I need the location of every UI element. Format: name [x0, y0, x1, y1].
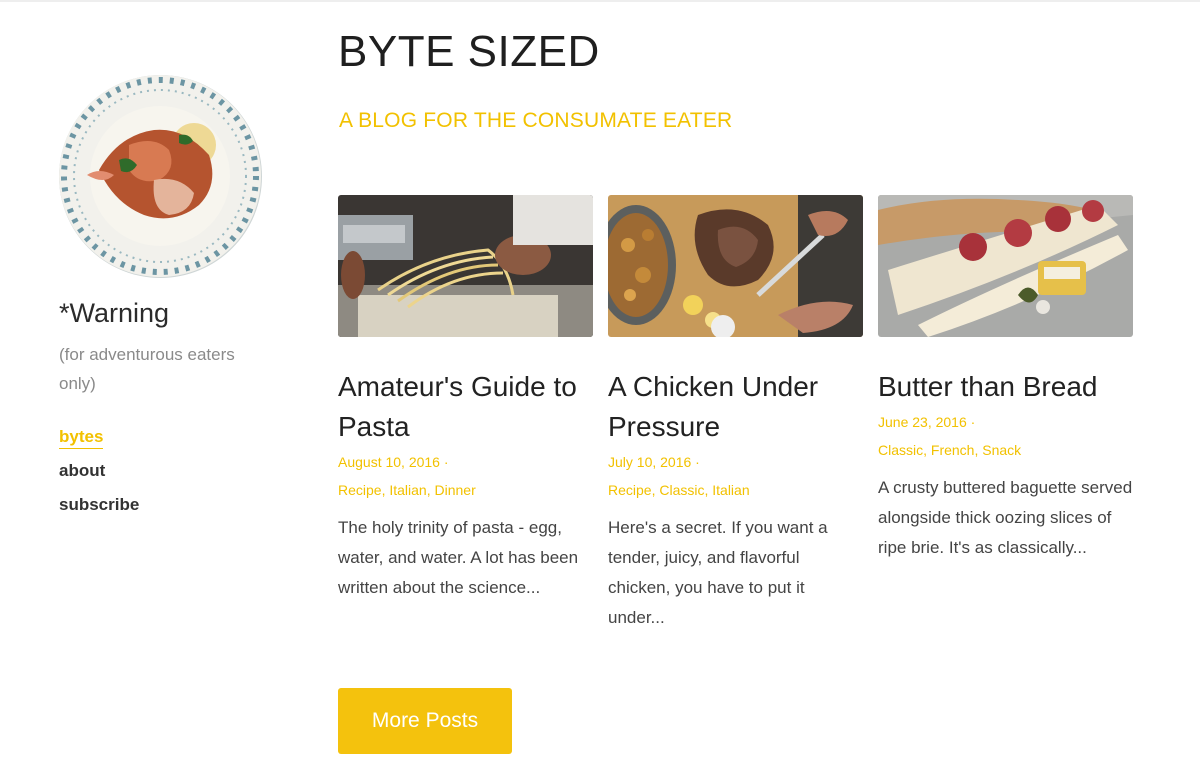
- nav-label: bytes: [59, 427, 104, 449]
- post-excerpt: Here's a secret. If you want a tender, j…: [608, 518, 828, 627]
- sidebar-nav: bytes about subscribe: [59, 420, 274, 522]
- post-excerpt: The holy trinity of pasta - egg, water, …: [338, 518, 579, 597]
- site-subtitle: (for adventurous eaters only): [59, 345, 235, 393]
- post-tags[interactable]: Recipe, Classic, Italian: [608, 477, 863, 503]
- nav-item-subscribe[interactable]: subscribe: [59, 488, 274, 522]
- site-tagline: A BLOG FOR THE CONSUMATE EATER: [339, 109, 733, 132]
- post-date: June 23, 2016 ·: [878, 414, 976, 430]
- post-card: Butter than Bread June 23, 2016 · Classi…: [878, 195, 1133, 563]
- site-warning: *Warning: [59, 298, 170, 328]
- nav-item-bytes[interactable]: bytes: [59, 420, 274, 454]
- post-card: A Chicken Under Pressure July 10, 2016 ·…: [608, 195, 863, 633]
- top-border: [0, 0, 1200, 2]
- post-tags[interactable]: Recipe, Italian, Dinner: [338, 477, 593, 503]
- post-title[interactable]: Amateur's Guide to Pasta: [338, 367, 593, 447]
- post-excerpt: A crusty buttered baguette served alongs…: [878, 478, 1133, 557]
- nav-label: subscribe: [59, 495, 140, 514]
- avatar-plate-image[interactable]: [59, 75, 262, 278]
- post-thumbnail-chicken[interactable]: [608, 195, 863, 337]
- sidebar: *Warning (for adventurous eaters only) b…: [59, 75, 274, 522]
- site-title[interactable]: BYTE SIZED: [338, 27, 600, 77]
- post-card: Amateur's Guide to Pasta August 10, 2016…: [338, 195, 593, 603]
- post-thumbnail-pasta[interactable]: [338, 195, 593, 337]
- post-title[interactable]: Butter than Bread: [878, 367, 1133, 407]
- nav-item-about[interactable]: about: [59, 454, 274, 488]
- post-title[interactable]: A Chicken Under Pressure: [608, 367, 863, 447]
- more-posts-button[interactable]: More Posts: [338, 688, 512, 754]
- post-date: July 10, 2016 ·: [608, 454, 700, 470]
- post-tags[interactable]: Classic, French, Snack: [878, 437, 1133, 463]
- nav-label: about: [59, 461, 106, 480]
- post-thumbnail-bread[interactable]: [878, 195, 1133, 337]
- post-date: August 10, 2016 ·: [338, 454, 449, 470]
